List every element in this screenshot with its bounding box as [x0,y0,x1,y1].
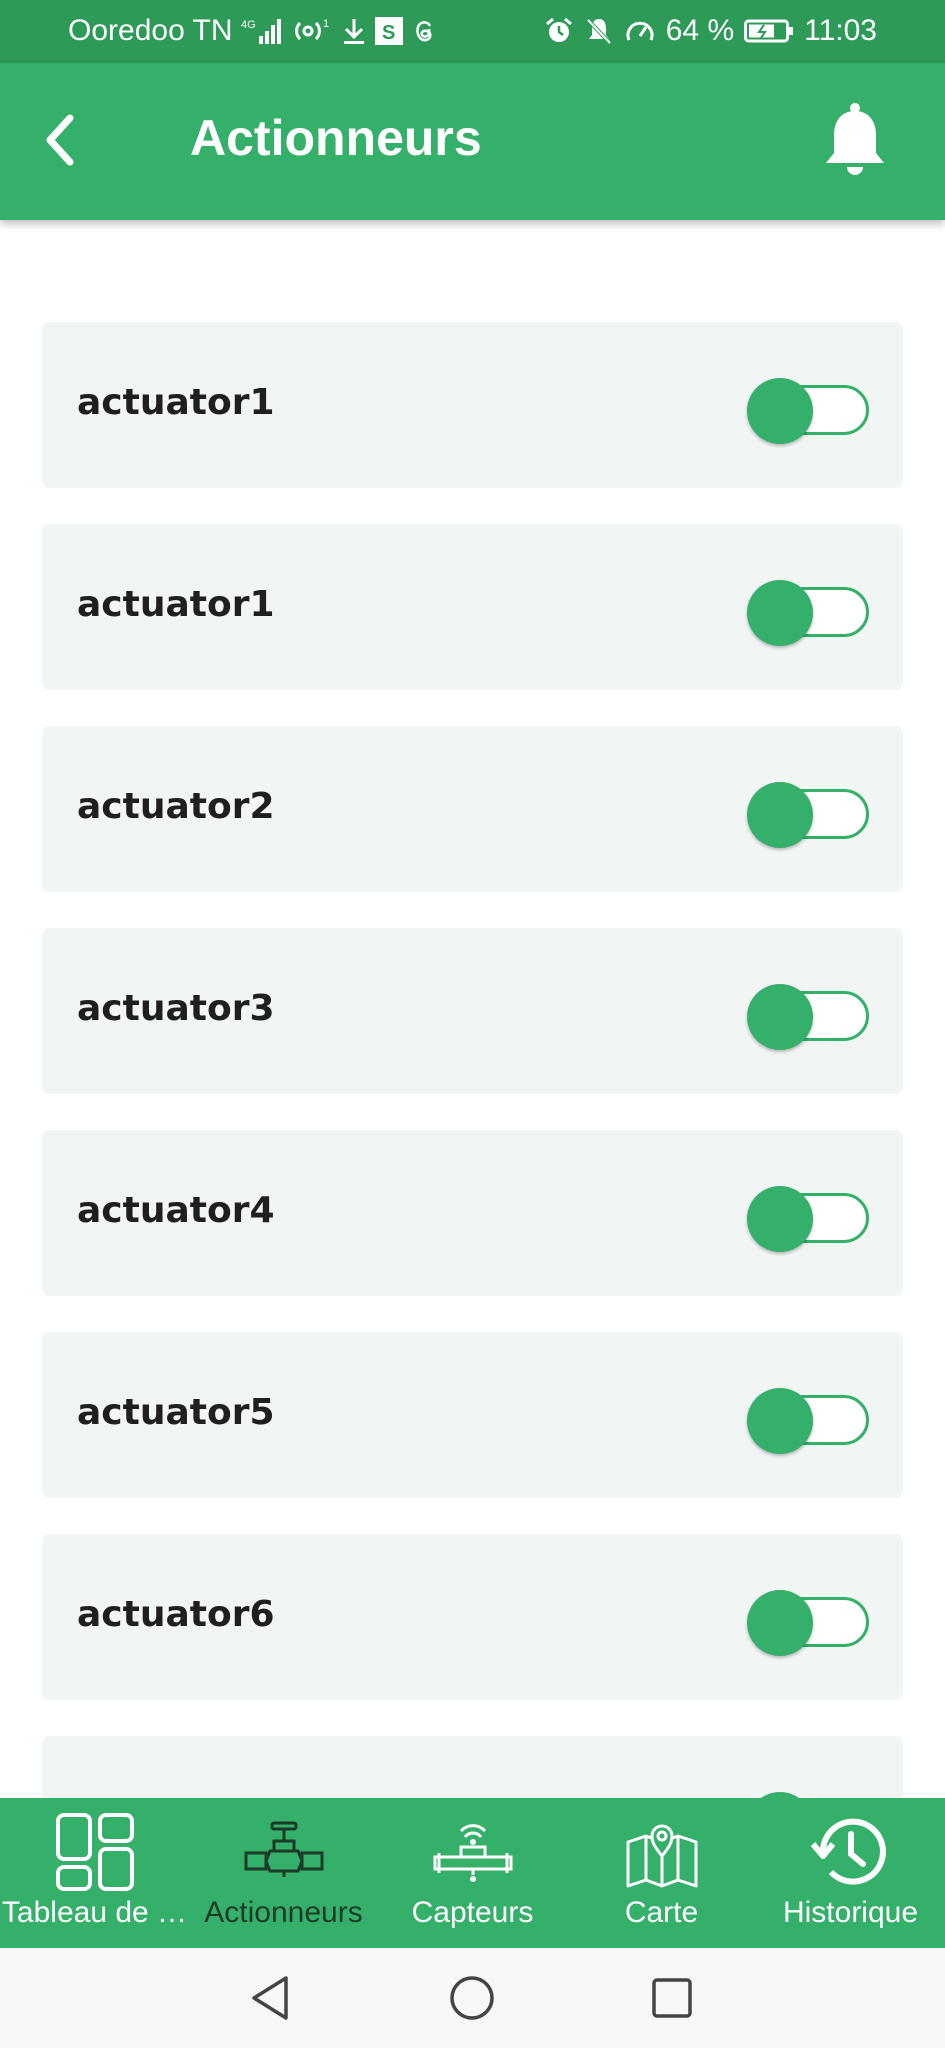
svg-text:4G: 4G [241,19,256,31]
status-right: 64 % 11:03 [544,14,877,48]
threads-icon [411,17,437,45]
nav-item-actionneurs[interactable]: Actionneurs [189,1798,378,1948]
actuator-label: actuator1 [77,382,275,423]
status-left: Ooredoo TN 4G 1 S [68,14,437,48]
actuator-toggle[interactable] [747,580,869,646]
actuator-toggle[interactable] [747,782,869,848]
actuator-toggle[interactable] [747,378,869,444]
system-back-button[interactable] [240,1968,300,2028]
toggle-thumb [747,1388,813,1454]
clock: 11:03 [804,14,877,47]
screen: Ooredoo TN 4G 1 S 64 % 11:03 Actionneurs… [0,0,945,2048]
actuator-toggle[interactable] [747,984,869,1050]
nav-item-historique[interactable]: Historique [756,1798,945,1948]
speedometer-icon [624,16,656,46]
actuator-label: actuator4 [77,1190,275,1231]
alarm-icon [544,16,574,46]
circle-home-icon [450,1976,494,2020]
svg-text:S: S [382,22,395,44]
actuator-card: actuator4 [42,1130,903,1296]
bell-icon [826,103,884,175]
actuator-card: actuator5 [42,1332,903,1498]
nav-label: Capteurs [411,1896,534,1929]
actuator-card: actuator2 [42,726,903,892]
toggle-thumb [747,378,813,444]
app-bar: Actionneurs [0,63,945,220]
hotspot-icon: 1 [293,16,333,46]
toggle-thumb [747,1590,813,1656]
nav-label: Actionneurs [204,1896,363,1929]
actuator-label: actuator6 [77,1594,275,1635]
nav-label: Tableau de … [1,1896,188,1929]
notifications-button[interactable] [815,101,895,181]
actuator-card: actuator1 [42,322,903,488]
system-navigation-bar [0,1948,945,2048]
signal-icon: 4G [241,16,285,46]
back-button[interactable] [30,105,90,175]
valve-icon [242,1812,326,1892]
history-icon [809,1812,893,1892]
system-recents-button[interactable] [642,1968,702,2028]
status-bar: Ooredoo TN 4G 1 S 64 % 11:03 [0,0,945,63]
nav-item-carte[interactable]: Carte [567,1798,756,1948]
sensor-icon [431,1812,515,1892]
app-s-icon: S [374,17,403,45]
nav-label: Carte [624,1896,699,1929]
nav-label: Historique [782,1896,919,1929]
dashboard-icon [55,1812,135,1892]
notifications-off-icon [584,16,614,46]
actuator-label: actuator3 [77,988,275,1029]
toggle-thumb [747,580,813,646]
carrier-name: Ooredoo TN [68,14,233,47]
nav-item-capteurs[interactable]: Capteurs [378,1798,567,1948]
actuator-card: actuator6 [42,1534,903,1700]
toggle-thumb [747,984,813,1050]
actuator-label: actuator1 [77,584,275,625]
actuator-card: actuator3 [42,928,903,1094]
system-home-button[interactable] [442,1968,502,2028]
battery-percent: 64 % [665,14,735,47]
download-icon [341,16,367,46]
toggle-thumb [747,1186,813,1252]
battery-icon [744,17,794,45]
actuator-label: actuator2 [77,786,275,827]
map-icon [620,1812,704,1892]
actuator-label: actuator5 [77,1392,275,1433]
actuator-card: actuator1 [42,524,903,690]
actuator-toggle[interactable] [747,1186,869,1252]
svg-text:1: 1 [323,18,329,30]
bottom-navigation: Tableau de … Actionneurs Capteurs Carte … [0,1798,945,1948]
chevron-left-icon [46,114,74,166]
actuator-toggle[interactable] [747,1590,869,1656]
nav-item-dashboard[interactable]: Tableau de … [0,1798,189,1948]
actuator-toggle[interactable] [747,1388,869,1454]
toggle-thumb [747,782,813,848]
page-title: Actionneurs [190,110,482,166]
triangle-back-icon [252,1976,288,2020]
square-recents-icon [652,1978,692,2018]
